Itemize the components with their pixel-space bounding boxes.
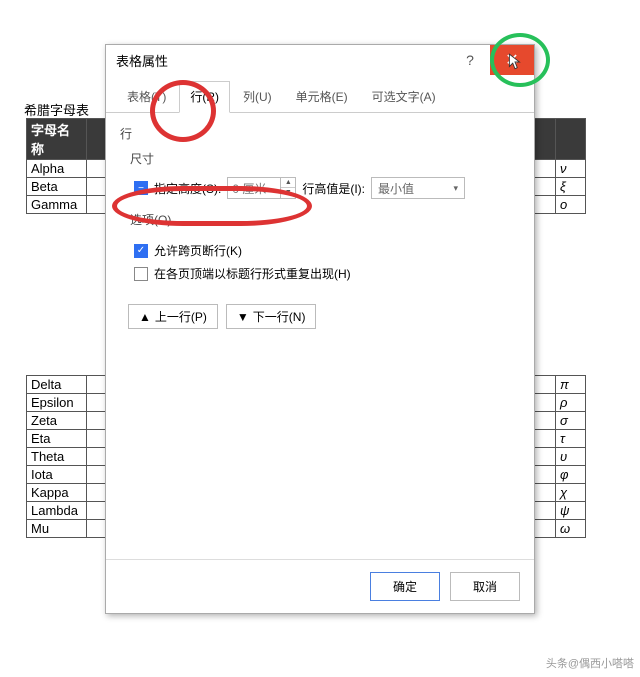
table-row: Mu bbox=[27, 520, 87, 538]
next-row-label: 下一行(N) bbox=[253, 308, 306, 325]
table-row: Delta bbox=[27, 376, 87, 394]
tab-strip: 表格(T) 行(R) 列(U) 单元格(E) 可选文字(A) bbox=[106, 75, 534, 113]
repeat-header-checkbox[interactable] bbox=[134, 267, 148, 281]
header-name: 字母名称 bbox=[27, 119, 87, 160]
allow-break-checkbox[interactable]: ✓ bbox=[134, 244, 148, 258]
table-cell: φ bbox=[556, 466, 586, 484]
specify-height-label: 指定高度(S): bbox=[154, 180, 221, 197]
table-cell: ξ bbox=[556, 178, 586, 196]
chevron-down-icon: ▾ bbox=[453, 183, 458, 194]
up-triangle-icon: ▲ bbox=[139, 310, 151, 324]
ok-button[interactable]: 确定 bbox=[370, 572, 440, 601]
help-button[interactable]: ? bbox=[450, 45, 490, 75]
tab-row[interactable]: 行(R) bbox=[179, 81, 230, 113]
table-cell: ρ bbox=[556, 394, 586, 412]
spin-down-icon: ▼ bbox=[281, 188, 295, 198]
cancel-button[interactable]: 取消 bbox=[450, 572, 520, 601]
table-row: Lambda bbox=[27, 502, 87, 520]
height-spinner[interactable]: ▲▼ bbox=[281, 177, 296, 199]
row-height-value: 最小值 bbox=[378, 180, 414, 197]
next-row-button[interactable]: ▼ 下一行(N) bbox=[226, 304, 317, 329]
options-section-label: 选项(O) bbox=[130, 211, 520, 228]
close-button[interactable]: ✕ bbox=[490, 45, 534, 75]
table-row: Alpha bbox=[27, 160, 87, 178]
table-cell: ω bbox=[556, 520, 586, 538]
down-triangle-icon: ▼ bbox=[237, 310, 249, 324]
specify-height-checkbox[interactable]: − bbox=[134, 181, 148, 195]
table-cell bbox=[556, 119, 586, 160]
table-row: Zeta bbox=[27, 412, 87, 430]
dialog-titlebar: 表格属性 ? ✕ bbox=[106, 45, 534, 75]
table-row: Iota bbox=[27, 466, 87, 484]
table-caption: 希腊字母表 bbox=[24, 100, 89, 119]
cursor-icon bbox=[508, 53, 522, 71]
table-row: Epsilon bbox=[27, 394, 87, 412]
tab-cell[interactable]: 单元格(E) bbox=[285, 81, 359, 112]
watermark: 头条@偶西小嗒嗒 bbox=[546, 655, 634, 671]
table-row: Theta bbox=[27, 448, 87, 466]
table-row: Eta bbox=[27, 430, 87, 448]
row-height-is-label: 行高值是(I): bbox=[302, 180, 365, 197]
tab-alt-text[interactable]: 可选文字(A) bbox=[361, 81, 447, 112]
table-row: Beta bbox=[27, 178, 87, 196]
prev-row-label: 上一行(P) bbox=[155, 308, 207, 325]
table-row: Kappa bbox=[27, 484, 87, 502]
allow-break-label: 允许跨页断行(K) bbox=[154, 242, 242, 259]
row-height-combo[interactable]: 最小值 ▾ bbox=[371, 177, 465, 199]
table-row: Gamma bbox=[27, 196, 87, 214]
prev-row-button[interactable]: ▲ 上一行(P) bbox=[128, 304, 218, 329]
table-cell: ψ bbox=[556, 502, 586, 520]
table-properties-dialog: 表格属性 ? ✕ 表格(T) 行(R) 列(U) 单元格(E) 可选文字(A) … bbox=[105, 44, 535, 614]
repeat-header-label: 在各页顶端以标题行形式重复出现(H) bbox=[154, 265, 351, 282]
size-section-label: 尺寸 bbox=[130, 150, 520, 167]
table-cell: υ bbox=[556, 448, 586, 466]
spin-up-icon: ▲ bbox=[281, 178, 295, 188]
table-cell: σ bbox=[556, 412, 586, 430]
table-cell: ν bbox=[556, 160, 586, 178]
table-cell: π bbox=[556, 376, 586, 394]
table-cell: χ bbox=[556, 484, 586, 502]
dialog-title: 表格属性 bbox=[116, 51, 168, 70]
specify-height-input[interactable] bbox=[227, 177, 281, 199]
tab-column[interactable]: 列(U) bbox=[232, 81, 283, 112]
row-section-label: 行 bbox=[120, 125, 520, 142]
table-cell: τ bbox=[556, 430, 586, 448]
tab-table[interactable]: 表格(T) bbox=[116, 81, 177, 112]
table-cell: ο bbox=[556, 196, 586, 214]
